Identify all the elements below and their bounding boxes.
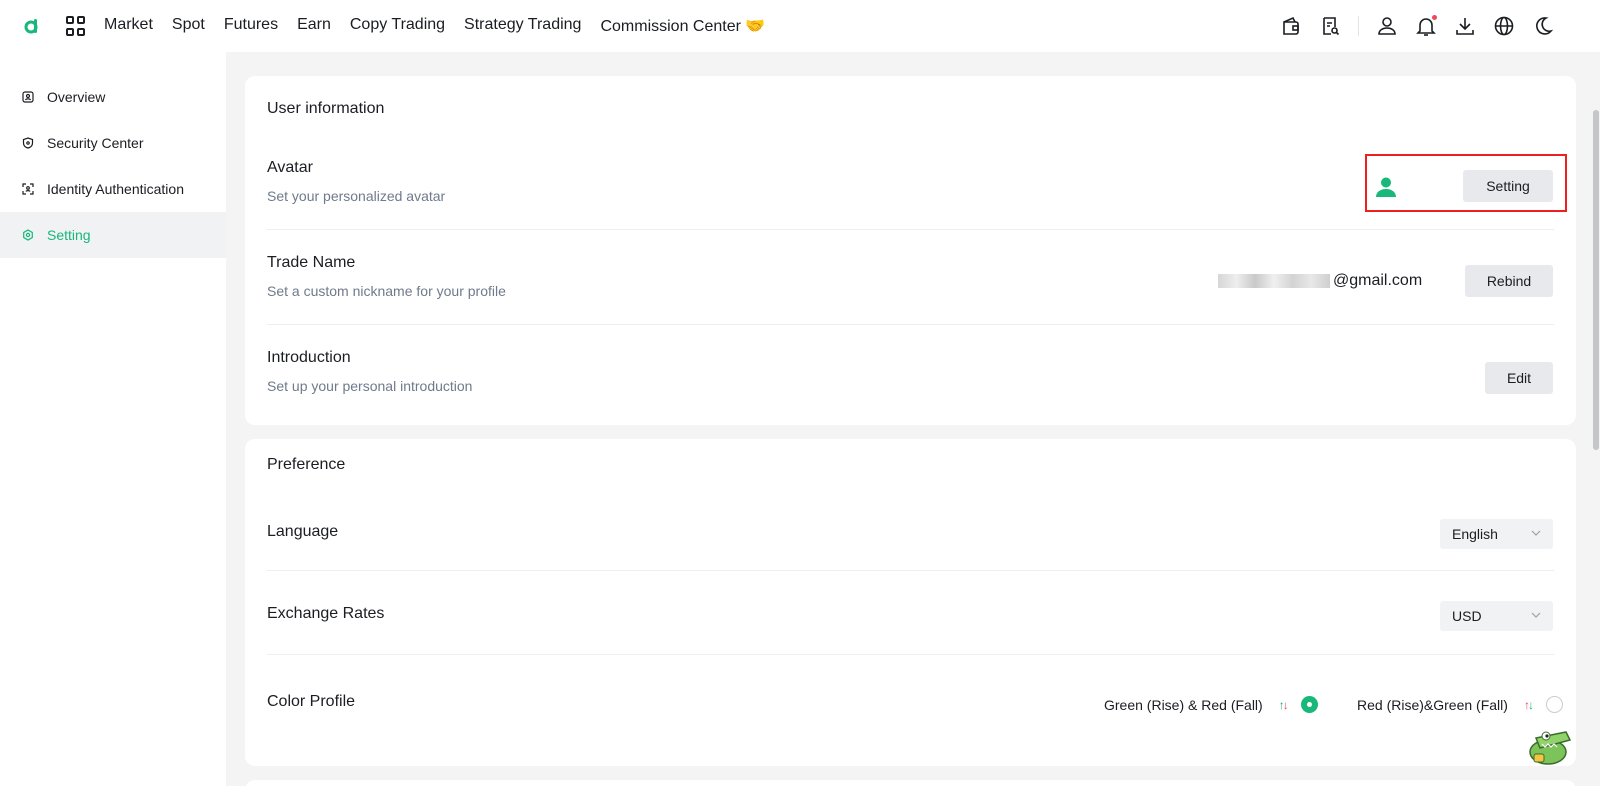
wallet-icon[interactable] — [1280, 15, 1302, 37]
scrollbar-track[interactable] — [1592, 52, 1600, 786]
user-information-title: User information — [267, 100, 385, 117]
language-row: Language — [267, 489, 1554, 571]
exchange-rates-row: Exchange Rates — [267, 571, 1554, 655]
introduction-row: Introduction Set up your personal introd… — [267, 325, 1554, 420]
nav-strategy-trading[interactable]: Strategy Trading — [464, 16, 581, 36]
rebind-button[interactable]: Rebind — [1465, 265, 1553, 297]
avatar-icon[interactable] — [1375, 176, 1397, 198]
trade-name-title: Trade Name — [267, 254, 356, 271]
main-nav: Market Spot Futures Earn Copy Trading St… — [104, 16, 784, 36]
moon-icon[interactable] — [1532, 15, 1554, 37]
redacted-text — [1218, 274, 1330, 288]
gear-icon — [23, 229, 33, 241]
nav-earn[interactable]: Earn — [297, 16, 331, 36]
bell-icon[interactable] — [1415, 15, 1437, 37]
scrollbar-thumb[interactable] — [1593, 110, 1599, 450]
exchange-rates-value: USD — [1452, 608, 1482, 624]
sidebar: Overview Security Center Identity Authen… — [0, 52, 226, 786]
top-navigation-bar: Market Spot Futures Earn Copy Trading St… — [0, 0, 1600, 52]
language-select[interactable]: English — [1440, 519, 1553, 549]
rise-fall-arrows-icon: ↑↓ — [1278, 697, 1289, 712]
sidebar-item-label: Setting — [47, 227, 91, 243]
exchange-rates-select[interactable]: USD — [1440, 601, 1553, 631]
overview-icon — [22, 91, 34, 103]
trade-name-subtitle: Set a custom nickname for your profile — [267, 283, 506, 299]
nav-market[interactable]: Market — [104, 16, 153, 36]
next-card — [245, 780, 1576, 786]
sidebar-item-setting[interactable]: Setting — [0, 212, 226, 258]
chevron-down-icon — [1531, 530, 1541, 536]
handshake-icon: 🤝 — [745, 18, 766, 35]
avatar-setting-button[interactable]: Setting — [1463, 170, 1553, 202]
crocodile-mascot-icon[interactable] — [1526, 722, 1574, 766]
download-icon[interactable] — [1454, 15, 1476, 37]
chevron-down-icon — [1531, 612, 1541, 618]
email-suffix: @gmail.com — [1333, 272, 1423, 289]
user-information-card: User information Avatar Set your persona… — [245, 76, 1576, 425]
nav-spot[interactable]: Spot — [172, 16, 205, 36]
rise-fall-arrows-icon: ↑↓ — [1523, 697, 1534, 712]
identity-scan-icon — [22, 183, 34, 195]
avatar-row: Avatar Set your personalized avatar — [267, 148, 1554, 230]
apps-grid-icon[interactable] — [66, 16, 86, 36]
introduction-title: Introduction — [267, 349, 351, 366]
nav-copy-trading[interactable]: Copy Trading — [350, 16, 445, 36]
nav-commission-center[interactable]: Commission Center 🤝 — [600, 16, 765, 36]
sidebar-item-label: Security Center — [47, 135, 144, 151]
language-title: Language — [267, 523, 339, 540]
shield-icon — [22, 137, 34, 149]
user-icon[interactable] — [1376, 15, 1398, 37]
sidebar-item-label: Overview — [47, 89, 106, 105]
sidebar-item-label: Identity Authentication — [47, 181, 184, 197]
color-profile-option-green-rise[interactable]: Green (Rise) & Red (Fall) ↑↓ — [1104, 696, 1318, 713]
sidebar-item-identity-authentication[interactable]: Identity Authentication — [0, 166, 226, 212]
trade-name-email: @gmail.com — [1218, 272, 1422, 290]
nav-futures[interactable]: Futures — [224, 16, 278, 36]
globe-icon[interactable] — [1493, 15, 1515, 37]
exchange-rates-title: Exchange Rates — [267, 605, 385, 622]
orders-icon[interactable] — [1319, 15, 1341, 37]
introduction-subtitle: Set up your personal introduction — [267, 378, 473, 394]
radio-selected[interactable] — [1300, 696, 1318, 713]
radio-unselected[interactable] — [1545, 696, 1563, 713]
color-profile-option-label: Red (Rise)&Green (Fall) — [1357, 696, 1508, 713]
avatar-title: Avatar — [267, 159, 313, 176]
sidebar-item-overview[interactable]: Overview — [0, 74, 226, 120]
divider — [1358, 16, 1359, 36]
preference-card: Preference Language English Exchange Rat… — [245, 439, 1576, 766]
sidebar-item-security-center[interactable]: Security Center — [0, 120, 226, 166]
introduction-edit-button[interactable]: Edit — [1485, 362, 1553, 394]
brand-logo-icon[interactable] — [24, 18, 40, 34]
top-right-actions — [1263, 0, 1554, 52]
language-value: English — [1452, 526, 1498, 542]
color-profile-title: Color Profile — [267, 693, 356, 710]
color-profile-option-red-rise[interactable]: Red (Rise)&Green (Fall) ↑↓ — [1357, 696, 1563, 713]
nav-commission-center-label: Commission Center — [600, 18, 741, 35]
preference-title: Preference — [267, 456, 346, 473]
notification-dot — [1432, 15, 1437, 20]
avatar-subtitle: Set your personalized avatar — [267, 188, 446, 204]
color-profile-option-label: Green (Rise) & Red (Fall) — [1104, 696, 1263, 713]
